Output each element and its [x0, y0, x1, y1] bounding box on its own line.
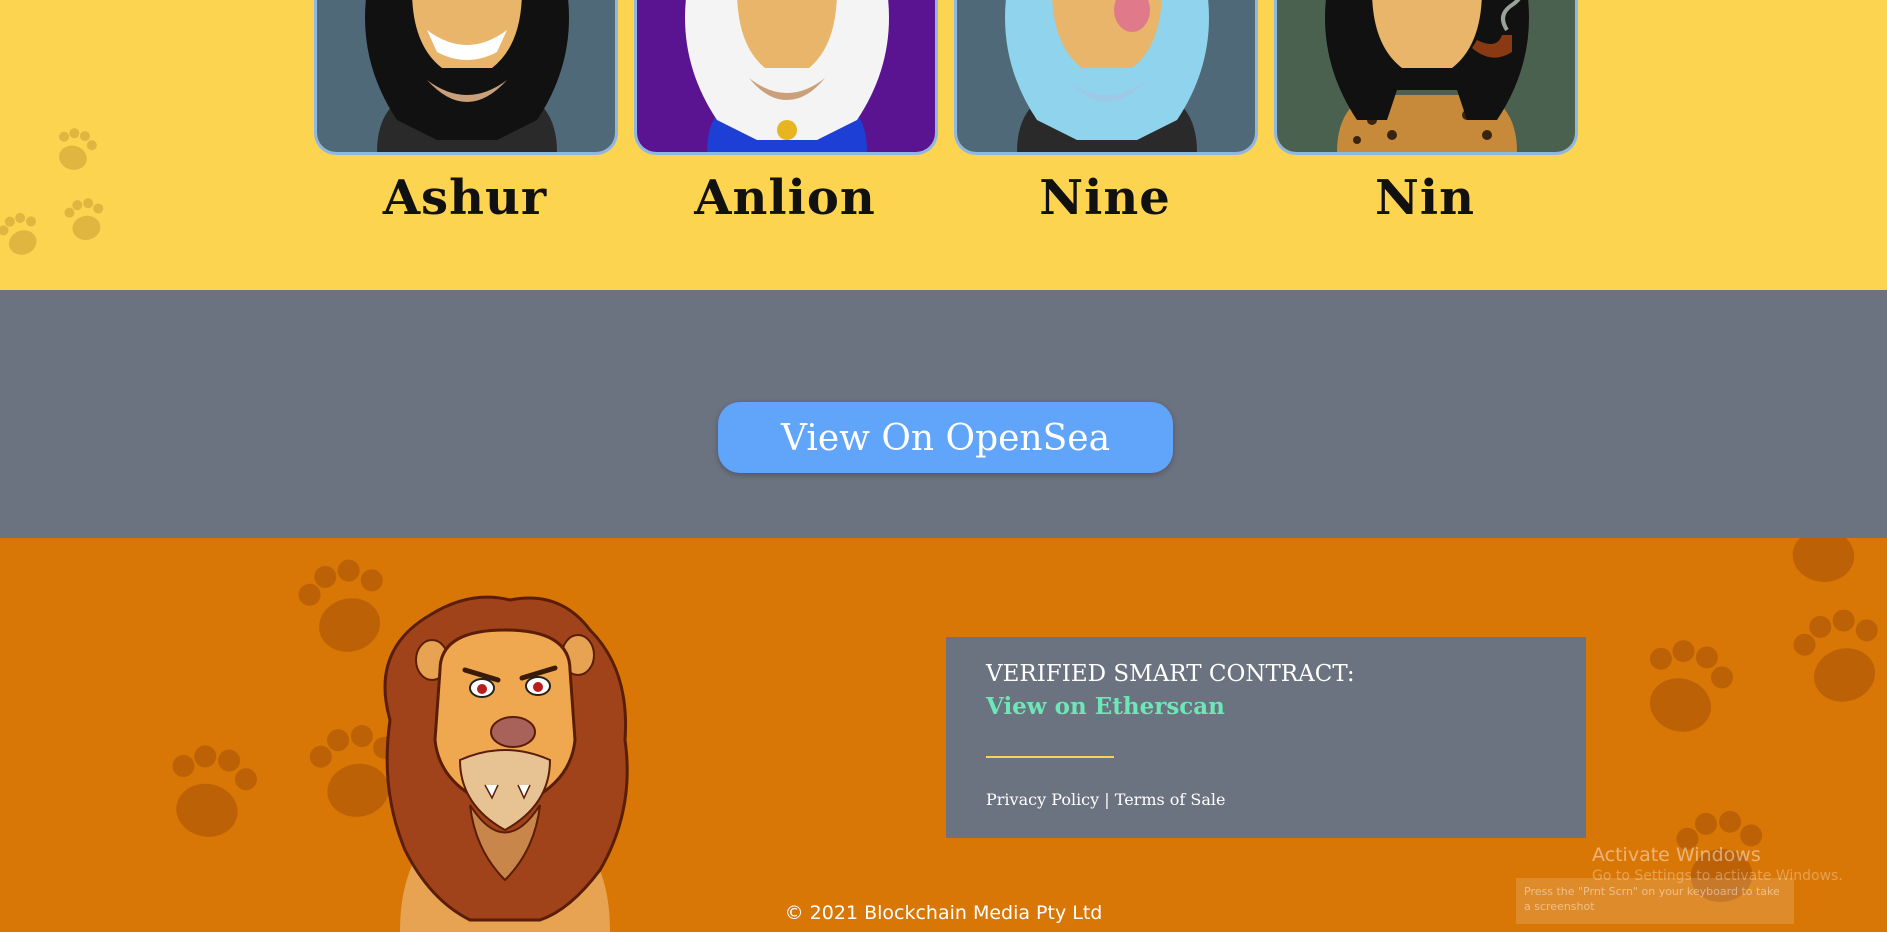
lion-portrait-illustration [957, 0, 1255, 152]
team-card-nin[interactable] [1274, 0, 1578, 155]
smart-contract-panel: VERIFIED SMART CONTRACT: View on Ethersc… [946, 637, 1586, 838]
team-card-nine[interactable] [954, 0, 1258, 155]
team-card-anlion[interactable] [634, 0, 938, 155]
terms-of-sale-link[interactable]: Terms of Sale [1115, 790, 1226, 809]
lion-portrait-illustration [317, 0, 615, 152]
member-name: Nine [1039, 170, 1171, 226]
activate-windows-title: Activate Windows [1592, 844, 1761, 866]
member-name: Nin [1374, 170, 1475, 226]
view-on-opensea-button[interactable]: View On OpenSea [718, 402, 1173, 473]
link-separator: | [1104, 790, 1110, 809]
lion-mascot-illustration [383, 595, 629, 932]
team-section: Ashur Anlion Nine Nin [0, 0, 1887, 290]
legal-links: Privacy Policy | Terms of Sale [986, 790, 1226, 809]
lion-portrait-illustration [1277, 0, 1575, 152]
divider [986, 756, 1114, 758]
privacy-policy-link[interactable]: Privacy Policy [986, 790, 1099, 809]
screenshot-toast: Press the "Prnt Scrn" on your keyboard t… [1516, 878, 1794, 924]
paw-print-icon [0, 128, 104, 255]
contract-heading: VERIFIED SMART CONTRACT: [986, 661, 1355, 687]
team-card-ashur[interactable] [314, 0, 618, 155]
lion-portrait-illustration [637, 0, 935, 152]
etherscan-link[interactable]: View on Etherscan [986, 693, 1225, 720]
member-name: Ashur [382, 170, 548, 226]
member-name: Anlion [694, 170, 876, 226]
